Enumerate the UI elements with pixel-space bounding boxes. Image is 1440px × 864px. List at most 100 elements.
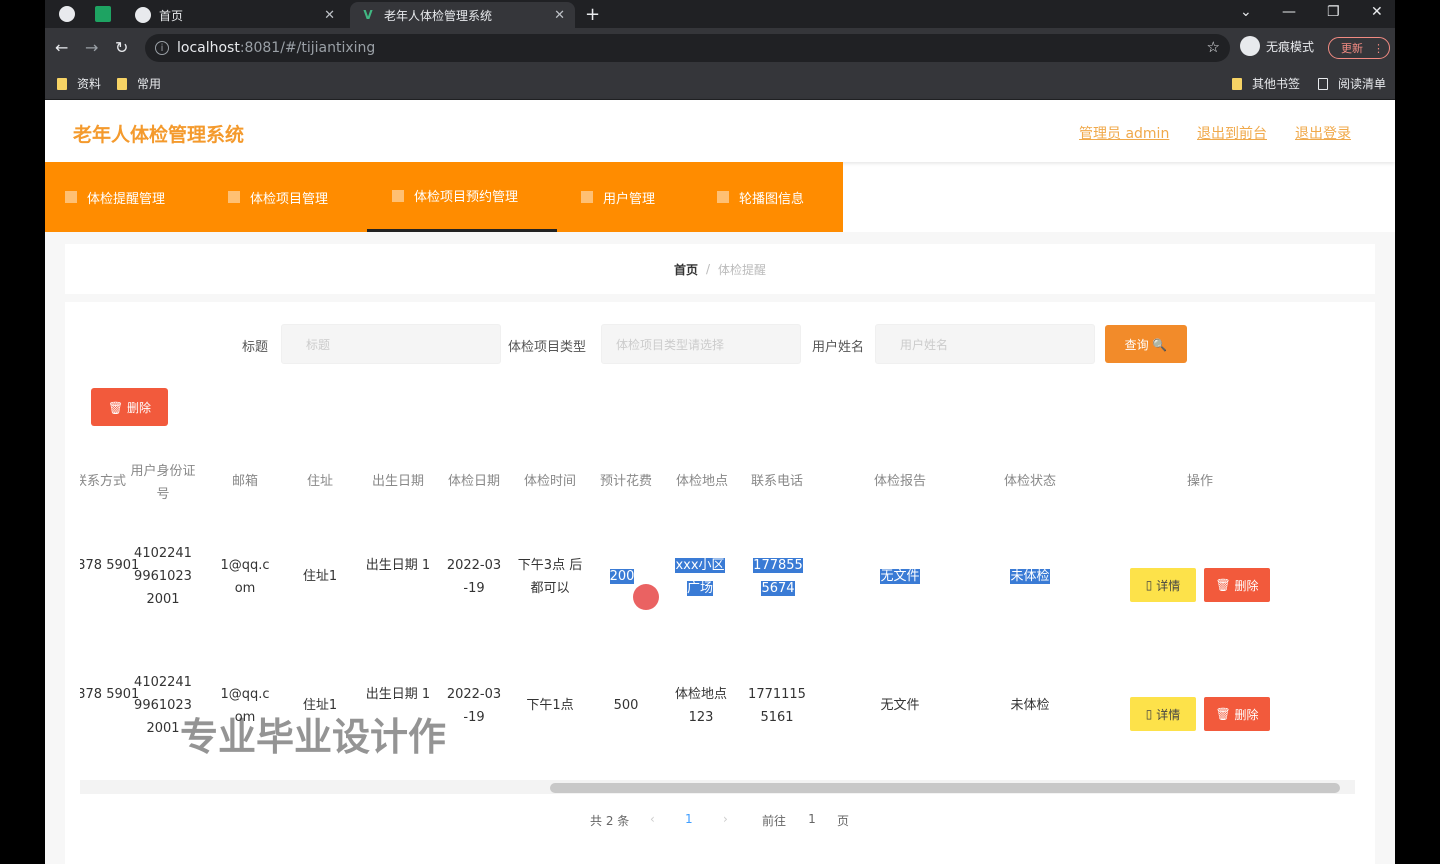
tab-active[interactable]: V 老年人体检管理系统 ✕ bbox=[350, 2, 575, 28]
other-bookmarks[interactable]: 其他书签 bbox=[1232, 75, 1300, 92]
name-filter-input[interactable]: 用户姓名 bbox=[875, 324, 1095, 364]
menu-label: 体检提醒管理 bbox=[87, 191, 166, 207]
cell-report[interactable]: 无文件 bbox=[880, 569, 920, 584]
cell-phone: 1771115 5161 bbox=[748, 687, 806, 725]
detail-button[interactable]: ▯ 详情 bbox=[1130, 697, 1196, 731]
back-icon[interactable]: ← bbox=[55, 38, 68, 57]
menu-icon bbox=[392, 189, 404, 202]
minimize-icon[interactable]: — bbox=[1282, 4, 1296, 20]
front-link[interactable]: 退出到前台 bbox=[1197, 123, 1267, 143]
bulk-delete-button[interactable]: 🗑 删除 bbox=[91, 388, 168, 426]
cell-report[interactable]: 无文件 bbox=[850, 694, 950, 717]
menu-label: 体检项目预约管理 bbox=[414, 190, 519, 205]
trash-icon: 🗑 bbox=[1215, 578, 1235, 592]
col-header: 用户身份证号 bbox=[130, 464, 196, 502]
reading-list[interactable]: 阅读清单 bbox=[1318, 75, 1386, 92]
reload-icon[interactable]: ↻ bbox=[115, 38, 128, 57]
restore-icon[interactable]: ❐ bbox=[1327, 4, 1340, 20]
bookmark-label: 常用 bbox=[137, 77, 162, 91]
breadcrumb-separator: / bbox=[705, 262, 711, 276]
pinned-tab-globe-icon[interactable] bbox=[59, 6, 75, 22]
menu-item-reminders[interactable]: 体检提醒管理 bbox=[65, 162, 165, 232]
tab-bar: 首页 ✕ V 老年人体检管理系统 ✕ + ⌄ — ❐ ✕ bbox=[45, 0, 1395, 28]
incognito-icon bbox=[1240, 36, 1260, 56]
tab-search-icon[interactable]: ⌄ bbox=[1240, 4, 1252, 20]
col-header: 体检报告 bbox=[873, 474, 926, 489]
menu-item-carousel[interactable]: 轮播图信息 bbox=[717, 162, 804, 232]
prev-page-button[interactable]: ‹ bbox=[650, 812, 655, 826]
cell-cost: 200 bbox=[609, 569, 635, 584]
breadcrumb: 首页 / 体检提醒 bbox=[65, 244, 1375, 294]
close-tab-icon[interactable]: ✕ bbox=[324, 8, 335, 23]
col-header: 联系电话 bbox=[750, 474, 803, 489]
type-filter-select[interactable]: 体检项目类型请选择 bbox=[601, 324, 801, 364]
close-window-icon[interactable]: ✕ bbox=[1371, 4, 1383, 20]
bookmark-star-icon[interactable]: ☆ bbox=[1207, 38, 1220, 56]
col-header: 住址 bbox=[306, 474, 333, 489]
detail-button[interactable]: ▯ 详情 bbox=[1130, 568, 1196, 602]
kebab-menu-icon[interactable]: ⋮ bbox=[1373, 42, 1384, 55]
folder-icon bbox=[1232, 77, 1242, 90]
detail-label: 详情 bbox=[1156, 578, 1181, 593]
name-filter-label: 用户姓名 bbox=[812, 340, 865, 355]
menu-label: 体检项目管理 bbox=[250, 191, 329, 207]
bookmark-folder[interactable]: 常用 bbox=[117, 75, 161, 92]
info-icon[interactable]: i bbox=[155, 41, 169, 55]
admin-link[interactable]: 管理员 admin bbox=[1079, 123, 1169, 143]
bookmark-label: 阅读清单 bbox=[1338, 77, 1387, 91]
cell-idcard: 4102241 9961023 2001 bbox=[134, 546, 192, 607]
pagination: 共 2 条 ‹ 1 › 前往 1 页 bbox=[65, 812, 1375, 836]
menu-icon bbox=[581, 191, 593, 203]
watermark-text: 专业毕业设计作 bbox=[180, 715, 447, 759]
profile-button[interactable]: 无痕模式 bbox=[1240, 36, 1314, 56]
bookmark-folder[interactable]: 资料 bbox=[57, 75, 101, 92]
menu-item-users[interactable]: 用户管理 bbox=[581, 162, 655, 232]
update-button[interactable]: 更新 ⋮ bbox=[1328, 37, 1390, 59]
url-host: localhost bbox=[177, 40, 240, 56]
bookmark-label: 其他书签 bbox=[1252, 77, 1301, 91]
doc-icon: ▯ bbox=[1145, 578, 1157, 592]
reading-list-icon bbox=[1318, 77, 1328, 90]
col-header: 体检时间 bbox=[523, 474, 576, 489]
col-header: 预计花费 bbox=[599, 474, 652, 489]
title-filter-input[interactable]: 标题 bbox=[281, 324, 501, 364]
address-bar-row: ← → ↻ i localhost :8081/#/tijiantixing ☆… bbox=[45, 28, 1395, 68]
close-tab-icon[interactable]: ✕ bbox=[554, 8, 565, 23]
new-tab-button[interactable]: + bbox=[585, 4, 600, 25]
pinned-tab-sheet-icon[interactable] bbox=[95, 6, 111, 22]
app-title: 老年人体检管理系统 bbox=[73, 124, 245, 146]
cell-location: 体检地点 123 bbox=[674, 687, 727, 725]
tab-home[interactable]: 首页 ✕ bbox=[125, 2, 345, 28]
folder-icon bbox=[117, 77, 127, 90]
page-number[interactable]: 1 bbox=[685, 812, 693, 826]
cell-birth: 出生日期 1 bbox=[365, 687, 431, 702]
scrollbar-thumb[interactable] bbox=[550, 783, 1340, 793]
horizontal-scrollbar[interactable] bbox=[80, 780, 1355, 794]
query-button[interactable]: 查询 🔍 bbox=[1105, 325, 1187, 363]
cell-cost: 500 bbox=[613, 698, 639, 713]
url-input[interactable]: i localhost :8081/#/tijiantixing ☆ bbox=[145, 34, 1230, 62]
row-delete-button[interactable]: 🗑 删除 bbox=[1204, 568, 1270, 602]
cell-time: 下午1点 bbox=[526, 698, 574, 713]
cell-status: 未体检 bbox=[1010, 569, 1050, 584]
col-header: 邮箱 bbox=[231, 474, 258, 489]
cell-phone: 177855 5674 bbox=[753, 558, 803, 596]
cell-status: 未体检 bbox=[1010, 698, 1050, 713]
menu-item-bookings[interactable]: 体检项目预约管理 bbox=[367, 162, 557, 232]
breadcrumb-home[interactable]: 首页 bbox=[674, 261, 698, 278]
menu-icon bbox=[228, 191, 240, 203]
main-content: 首页 / 体检提醒 标题 标题 体检项目类型 体检项目类型请选择 用户姓名 用户… bbox=[45, 232, 1395, 864]
menu-item-projects[interactable]: 体检项目管理 bbox=[228, 162, 328, 232]
page-unit-label: 页 bbox=[837, 814, 850, 828]
col-header: 体检日期 bbox=[447, 474, 500, 489]
menu-icon bbox=[65, 191, 77, 203]
cell-location: xxx小区 广场 bbox=[675, 558, 725, 596]
row-delete-button[interactable]: 🗑 删除 bbox=[1204, 697, 1270, 731]
next-page-button[interactable]: › bbox=[723, 812, 728, 826]
col-header: 体检地点 bbox=[675, 474, 728, 489]
logout-link[interactable]: 退出登录 bbox=[1295, 123, 1351, 143]
tab-title: 老年人体检管理系统 bbox=[384, 8, 493, 23]
goto-label: 前往 bbox=[762, 814, 787, 828]
forward-icon[interactable]: → bbox=[85, 38, 98, 57]
goto-input[interactable]: 1 bbox=[797, 812, 827, 826]
